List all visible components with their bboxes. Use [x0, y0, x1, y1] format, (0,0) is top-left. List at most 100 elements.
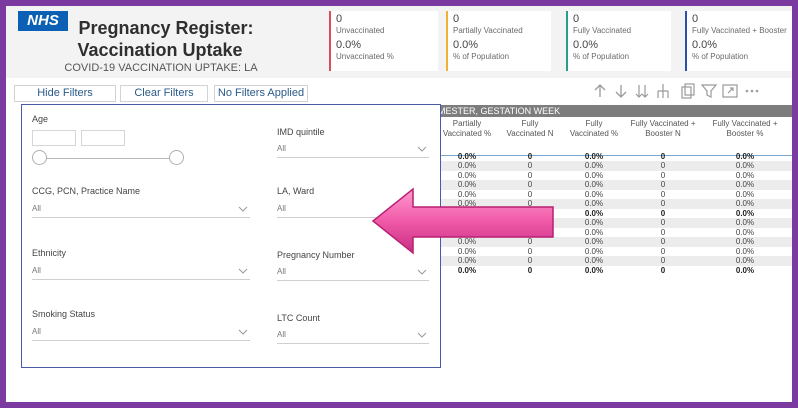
table-cell: 0.0%	[735, 265, 755, 275]
table-cell: 0.0%	[457, 170, 477, 180]
table-cell: 0	[660, 227, 666, 237]
table-cell: 0	[660, 237, 666, 246]
hide-filters-button[interactable]: Hide Filters	[14, 85, 116, 102]
dropdown-value: All	[32, 327, 41, 336]
age-slider-max-handle[interactable]	[169, 150, 184, 165]
table-cell: 0	[660, 256, 666, 265]
table-row[interactable]: 0.0% 0 0.0% 0 0.0%	[436, 161, 792, 171]
table-cell: 0.0%	[735, 227, 755, 237]
age-max-input[interactable]	[81, 130, 125, 146]
ltc-count-dropdown[interactable]: All	[277, 328, 429, 344]
table-cell: 0.0%	[584, 246, 604, 256]
table-cell: 0.0%	[584, 151, 604, 161]
table-cell: 0.0%	[735, 161, 755, 170]
card-percent-label: % of Population	[573, 52, 630, 61]
column-header[interactable]: Fully Vaccinated + Booster N	[626, 119, 700, 139]
column-header[interactable]: Fully Vaccinated + Booster %	[702, 119, 788, 139]
column-header-line: Fully Vaccinated +	[630, 119, 696, 128]
card-count: 0	[692, 13, 699, 25]
double-arrow-down-icon[interactable]	[633, 82, 651, 100]
dropdown-value: All	[277, 204, 286, 213]
column-header[interactable]: Fully Vaccinated %	[562, 119, 626, 139]
column-header-line: Fully	[521, 119, 539, 128]
table-cell: 0.0%	[584, 265, 604, 275]
age-slider-min-handle[interactable]	[32, 150, 47, 165]
table-row[interactable]: 0.0% 0 0.0% 0 0.0%	[436, 152, 792, 162]
dropdown-value: All	[277, 267, 286, 276]
table-cell: 0	[660, 246, 666, 256]
age-slider-track[interactable]	[39, 158, 177, 159]
column-header[interactable]: Fully Vaccinated N	[498, 119, 562, 139]
pregnancy-number-dropdown[interactable]: All	[277, 265, 429, 281]
card-fully-vaccinated-booster: 0 Fully Vaccinated + Booster 0.0% % of P…	[685, 11, 792, 71]
table-cell: 0.0%	[735, 199, 755, 208]
card-label: Unvaccinated	[336, 26, 385, 35]
clear-filters-button[interactable]: Clear Filters	[120, 85, 208, 102]
page-subtitle: COVID-19 VACCINATION UPTAKE: LA	[64, 62, 258, 74]
column-header[interactable]: Partially Vaccinated %	[436, 119, 498, 139]
card-percent: 0.0%	[573, 39, 599, 51]
card-percent-label: Unvaccinated %	[336, 52, 394, 61]
column-header-line: Booster %	[726, 129, 764, 138]
table-cell: 0.0%	[457, 265, 477, 275]
ethnicity-label: Ethnicity	[32, 248, 67, 258]
table-cell: 0.0%	[584, 161, 604, 170]
table-cell: 0	[660, 180, 666, 189]
table-row[interactable]: 0.0% 0 0.0% 0 0.0%	[436, 256, 792, 266]
focus-mode-icon[interactable]	[721, 82, 739, 100]
table-cell: 0.0%	[457, 151, 477, 161]
smoking-status-label: Smoking Status	[32, 309, 96, 319]
table-cell: 0.0%	[584, 170, 604, 180]
column-header-line: Vaccinated %	[569, 129, 619, 138]
arrow-up-icon[interactable]	[591, 82, 609, 100]
expand-hierarchy-icon[interactable]	[654, 82, 672, 100]
table-cell: 0.0%	[584, 199, 604, 208]
more-options-icon[interactable]	[743, 82, 761, 100]
card-percent-label: % of Population	[692, 52, 749, 61]
table-cell: 0	[660, 161, 666, 170]
card-label: Fully Vaccinated	[573, 26, 632, 35]
ethnicity-dropdown[interactable]: All	[32, 264, 250, 280]
table-cell: 0	[527, 161, 533, 170]
card-fully-vaccinated: 0 Fully Vaccinated 0.0% % of Population	[566, 11, 671, 71]
table-cell: 0.0%	[735, 208, 755, 218]
card-label: Partially Vaccinated	[453, 26, 523, 35]
table-cell: 0	[660, 189, 666, 199]
imd-quintile-label: IMD quintile	[277, 127, 325, 137]
table-cell: 0.0%	[735, 256, 755, 265]
card-count: 0	[336, 13, 343, 25]
copy-icon[interactable]	[679, 82, 697, 100]
imd-quintile-dropdown[interactable]: All	[277, 142, 429, 158]
table-cell: 0	[660, 199, 666, 208]
table-cell: 0	[660, 208, 666, 218]
table-cell: 0.0%	[457, 161, 477, 170]
table-row[interactable]: 0.0% 0 0.0% 0 0.0%	[436, 171, 792, 181]
arrow-down-icon[interactable]	[612, 82, 630, 100]
table-row[interactable]: 0.0% 0 0.0% 0 0.0%	[436, 266, 792, 276]
card-percent-label: % of Population	[453, 52, 510, 61]
smoking-status-dropdown[interactable]: All	[32, 325, 250, 341]
chevron-down-icon	[417, 142, 427, 156]
table-cell: 0.0%	[584, 180, 604, 189]
table-cell: 0.0%	[584, 218, 604, 227]
card-percent: 0.0%	[336, 39, 362, 51]
page-title-line-2: Vaccination Uptake	[77, 40, 243, 60]
card-percent: 0.0%	[453, 39, 479, 51]
table-cell: 0	[527, 170, 533, 180]
column-header-line: Fully	[585, 119, 603, 128]
table-cell: 0	[527, 151, 533, 161]
no-filters-applied-button[interactable]: No Filters Applied	[214, 85, 308, 102]
age-min-input[interactable]	[32, 130, 76, 146]
filter-icon[interactable]	[700, 82, 718, 100]
table-cell: 0.0%	[735, 151, 755, 161]
nhs-logo: NHS	[18, 11, 68, 31]
column-header-line: Vaccinated N	[506, 129, 554, 138]
table-cell: 0.0%	[584, 208, 604, 218]
card-percent: 0.0%	[692, 39, 718, 51]
table-cell: 0	[660, 151, 666, 161]
table-cell: 0.0%	[457, 256, 477, 265]
table-group-header: MESTER, GESTATION WEEK	[436, 105, 792, 117]
table-cell: 0	[660, 170, 666, 180]
column-header-line: Partially	[452, 119, 482, 128]
ccg-pcn-practice-dropdown[interactable]: All	[32, 202, 250, 218]
